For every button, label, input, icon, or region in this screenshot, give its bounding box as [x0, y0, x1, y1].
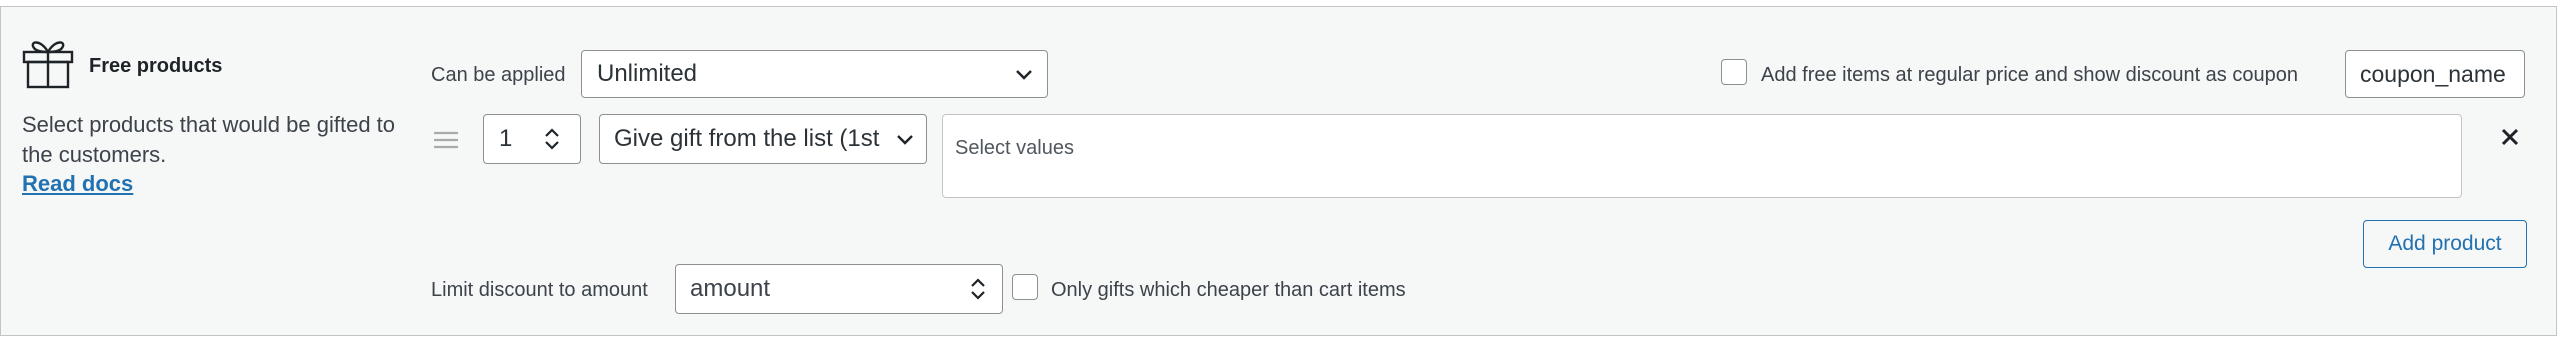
- can-be-applied-label: Can be applied: [431, 64, 566, 86]
- spinner-icon[interactable]: [968, 275, 988, 303]
- coupon-name-input[interactable]: coupon_name: [2345, 50, 2525, 98]
- gift-icon: [22, 41, 74, 89]
- free-products-panel: Free products Select products that would…: [0, 6, 2557, 336]
- quantity-value: 1: [499, 125, 513, 152]
- cheaper-gifts-label: Only gifts which cheaper than cart items: [1051, 279, 1406, 301]
- gift-mode-select[interactable]: Give gift from the list (1st: [599, 114, 927, 164]
- can-be-applied-select[interactable]: Unlimited: [581, 50, 1048, 98]
- coupon-name-value: coupon_name: [2360, 61, 2506, 87]
- limit-label: Limit discount to amount: [431, 279, 648, 301]
- gift-mode-value: Give gift from the list (1st: [614, 125, 880, 152]
- add-product-button[interactable]: Add product: [2363, 220, 2527, 268]
- gift-values-placeholder: Select values: [955, 137, 1074, 159]
- regular-price-checkbox[interactable]: [1721, 59, 1747, 85]
- cheaper-gifts-checkbox[interactable]: [1012, 274, 1038, 300]
- section-title: Free products: [89, 55, 223, 77]
- quantity-stepper[interactable]: 1: [483, 114, 581, 164]
- can-be-applied-value: Unlimited: [597, 60, 698, 87]
- regular-price-label: Add free items at regular price and show…: [1761, 64, 2298, 86]
- chevron-down-icon: [897, 135, 913, 145]
- drag-handle-icon[interactable]: [433, 130, 459, 150]
- read-docs-link[interactable]: Read docs: [22, 171, 133, 197]
- gift-values-select[interactable]: Select values: [942, 114, 2462, 198]
- limit-amount-input[interactable]: amount: [675, 264, 1003, 314]
- chevron-down-icon: [1016, 70, 1032, 80]
- section-description: Select products that would be gifted to …: [22, 112, 396, 167]
- spinner-icon[interactable]: [542, 125, 562, 153]
- limit-amount-placeholder: amount: [690, 275, 771, 302]
- close-icon[interactable]: [2501, 128, 2519, 146]
